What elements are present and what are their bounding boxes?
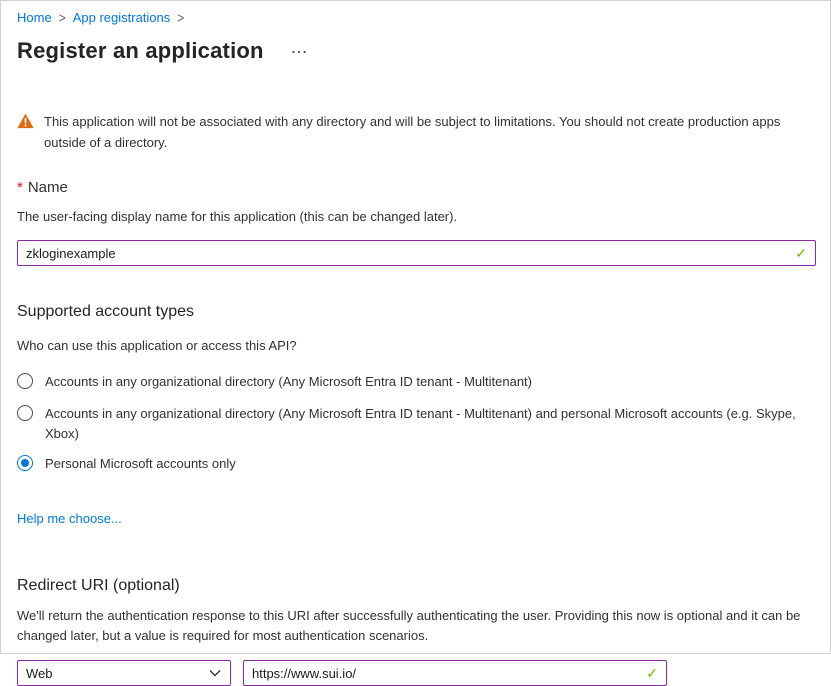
radio-icon[interactable]	[17, 455, 33, 471]
page-title: Register an application	[17, 38, 264, 64]
account-type-option-1[interactable]: Accounts in any organizational directory…	[17, 404, 814, 444]
account-types-question: Who can use this application or access t…	[17, 338, 814, 353]
redirect-uri-input[interactable]	[243, 660, 667, 686]
warning-triangle-icon	[17, 113, 34, 129]
platform-selected-value: Web	[26, 666, 53, 681]
radio-icon[interactable]	[17, 373, 33, 389]
name-field-label: * Name	[17, 179, 814, 196]
redirect-uri-heading: Redirect URI (optional)	[17, 577, 814, 595]
breadcrumb-home-link[interactable]: Home	[17, 9, 52, 27]
warning-text: This application will not be associated …	[44, 111, 810, 153]
radio-label: Accounts in any organizational directory…	[45, 404, 805, 444]
redirect-uri-row: Web ✓	[17, 660, 814, 686]
account-type-radio-group: Accounts in any organizational directory…	[17, 372, 814, 474]
breadcrumb-app-registrations-link[interactable]: App registrations	[73, 9, 171, 27]
help-me-choose-link[interactable]: Help me choose...	[17, 511, 122, 526]
radio-icon[interactable]	[17, 405, 33, 421]
chevron-right-icon: >	[177, 8, 184, 29]
breadcrumb: Home > App registrations >	[17, 9, 814, 27]
redirect-uri-input-wrap: ✓	[243, 660, 667, 686]
name-input[interactable]	[17, 240, 816, 266]
chevron-down-icon	[209, 669, 221, 677]
account-type-option-0[interactable]: Accounts in any organizational directory…	[17, 372, 814, 392]
name-input-wrap: ✓	[17, 240, 816, 266]
supported-account-types-heading: Supported account types	[17, 303, 814, 321]
name-label-text: Name	[28, 179, 68, 196]
warning-banner: This application will not be associated …	[17, 111, 814, 153]
radio-label: Personal Microsoft accounts only	[45, 454, 236, 474]
chevron-right-icon: >	[59, 8, 66, 29]
name-field-description: The user-facing display name for this ap…	[17, 208, 814, 226]
radio-label: Accounts in any organizational directory…	[45, 372, 532, 392]
title-row: Register an application ...	[17, 38, 814, 64]
platform-select-dropdown[interactable]: Web	[17, 660, 231, 686]
register-application-page: Home > App registrations > Register an a…	[1, 1, 830, 686]
redirect-uri-description: We'll return the authentication response…	[17, 606, 813, 646]
required-asterisk: *	[17, 179, 23, 196]
account-type-option-2[interactable]: Personal Microsoft accounts only	[17, 454, 814, 474]
more-options-icon[interactable]: ...	[292, 41, 309, 56]
